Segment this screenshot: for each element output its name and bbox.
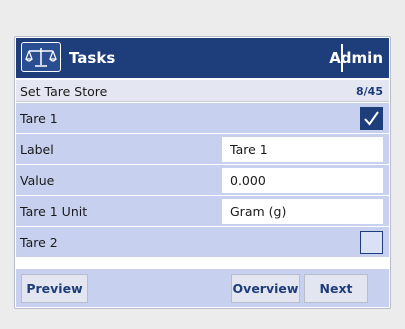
value-field[interactable]: 0.000 [222,168,383,193]
row-label: Tare 2 [20,235,58,250]
tare-1-checkbox[interactable] [360,107,383,130]
row-tare-1[interactable]: Tare 1 [16,103,389,134]
preview-button[interactable]: Preview [21,274,88,303]
row-label: Label [20,142,54,157]
terminal-screen: Tasks Admin Set Tare Store 8/45 Tare 1 L… [14,36,391,309]
next-button[interactable]: Next [304,274,368,303]
page-title: Tasks [69,49,116,67]
overview-button[interactable]: Overview [231,274,300,303]
breadcrumb: Set Tare Store [20,84,108,99]
tare-2-checkbox[interactable] [360,231,383,254]
row-label: Tare 1 [20,111,58,126]
breadcrumb-bar: Set Tare Store 8/45 [16,80,389,102]
row-tare-1-unit: Tare 1 Unit Gram (g) [16,196,389,227]
unit-field[interactable]: Gram (g) [222,199,383,224]
label-field[interactable]: Tare 1 [222,137,383,162]
row-label: Tare 1 Unit [20,204,88,219]
user-button[interactable]: Admin [329,49,383,67]
checkmark-icon [364,111,379,126]
page-indicator: 8/45 [356,85,383,98]
row-label: Label Tare 1 [16,134,389,165]
footer-bar: Preview Overview Next [16,269,389,307]
row-tare-2[interactable]: Tare 2 [16,227,389,258]
row-label: Value [20,173,55,188]
row-value: Value 0.000 [16,165,389,196]
balance-scale-icon[interactable] [21,42,61,72]
title-bar: Tasks Admin [16,38,389,78]
